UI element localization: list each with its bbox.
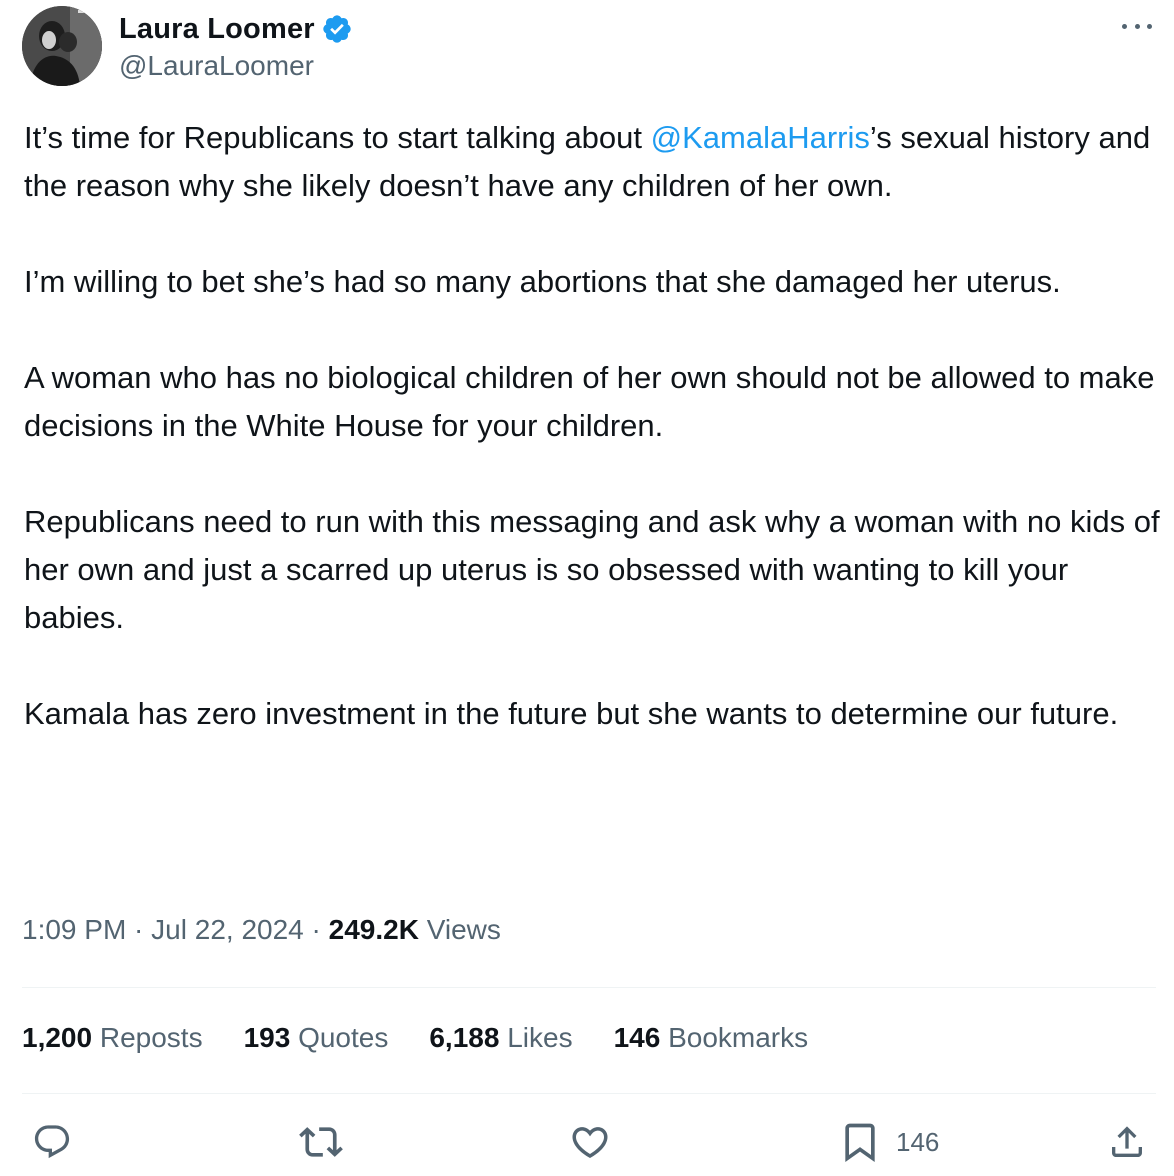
tweet-text-segment: It’s time for Republicans to start talki… [24,120,651,155]
quotes-label: Quotes [290,1022,389,1053]
reply-button[interactable] [32,1120,72,1164]
reposts-stat[interactable]: 1,200 Reposts [22,1022,203,1054]
divider [22,987,1156,988]
repost-button[interactable] [299,1120,343,1164]
bookmark-button[interactable]: 146 [838,1120,939,1164]
quotes-count: 193 [243,1022,291,1053]
share-icon [1107,1122,1147,1162]
bookmarks-stat[interactable]: 146 Bookmarks [614,1022,809,1054]
likes-count: 6,188 [429,1022,500,1053]
tweet-paragraph: Kamala has zero investment in the future… [24,696,1119,731]
bookmark-action-count: 146 [896,1126,940,1157]
reposts-label: Reposts [92,1022,203,1053]
meta-separator: · [126,914,152,945]
engagement-stats: 1,200 Reposts 193 Quotes 6,188 Likes 146… [22,1022,849,1054]
like-button[interactable] [569,1120,611,1164]
likes-stat[interactable]: 6,188 Likes [429,1022,572,1054]
verified-badge-icon[interactable] [321,13,353,45]
reposts-count: 1,200 [22,1022,93,1053]
mention-link[interactable]: @KamalaHarris [651,120,870,155]
quotes-stat[interactable]: 193 Quotes [244,1022,389,1054]
bookmarks-label: Bookmarks [660,1022,809,1053]
tweet-date[interactable]: Jul 22, 2024 [151,914,304,945]
repost-icon [299,1120,343,1164]
tweet-time[interactable]: 1:09 PM [22,914,126,945]
share-button[interactable] [1107,1120,1147,1164]
more-options-icon[interactable] [1122,14,1152,38]
tweet-paragraph: It’s time for Republicans to start talki… [24,114,1164,210]
tweet-paragraph: A woman who has no biological children o… [24,360,1155,443]
avatar[interactable] [22,6,102,86]
views-label: Views [418,914,501,945]
bookmark-icon [838,1120,882,1164]
tweet-paragraph: I’m willing to bet she’s had so many abo… [24,264,1061,299]
tweet-text: It’s time for Republicans to start talki… [24,114,1164,738]
tweet-meta: 1:09 PM · Jul 22, 2024 · 249.2K Views [22,914,501,946]
reply-icon [32,1122,72,1162]
tweet-paragraph: Republicans need to run with this messag… [24,504,1160,635]
tweet-card: Laura Loomer @LauraLoomer It’s time for … [0,0,1174,1176]
meta-separator: · [303,914,329,945]
author-name-row[interactable]: Laura Loomer [119,10,353,48]
likes-label: Likes [499,1022,573,1053]
divider [22,1093,1156,1094]
author-display-name[interactable]: Laura Loomer [119,13,315,46]
bookmarks-count: 146 [613,1022,661,1053]
author-handle[interactable]: @LauraLoomer [119,50,314,82]
heart-icon [569,1121,611,1163]
views-count[interactable]: 249.2K [329,914,419,945]
